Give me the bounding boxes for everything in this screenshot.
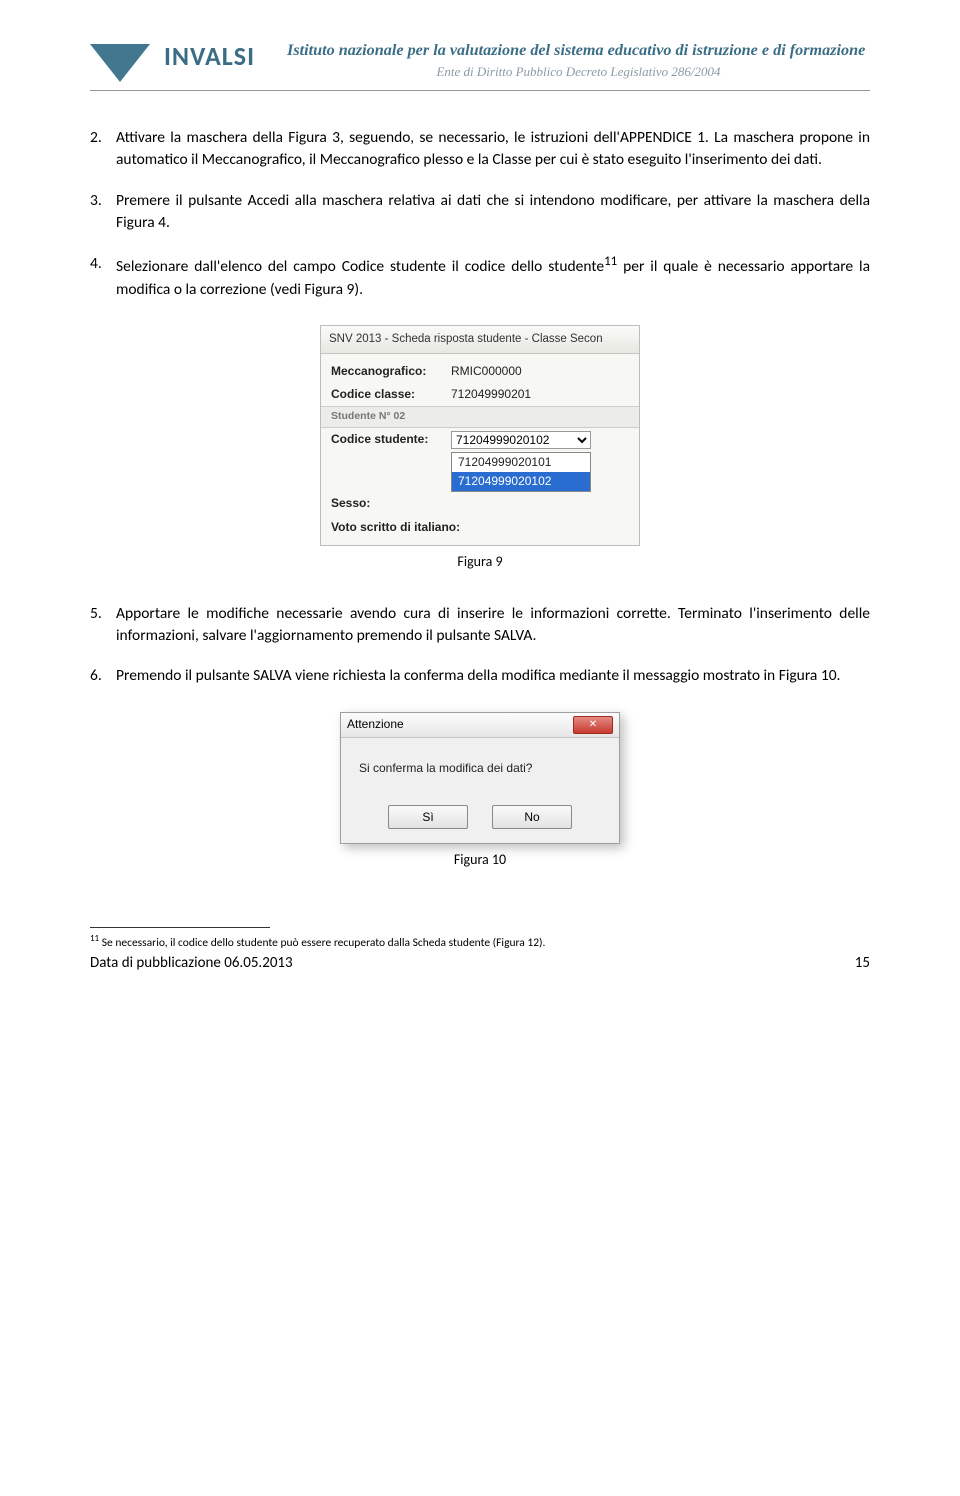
step-2: Attivare la maschera della Figura 3, seg… xyxy=(90,127,870,172)
document-header: INVALSI Istituto nazionale per la valuta… xyxy=(90,40,870,82)
fig9-dropdown-open[interactable]: 71204999020101 71204999020102 xyxy=(451,452,591,493)
footnote-11: 11 Se necessario, il codice dello studen… xyxy=(90,932,870,952)
yes-button[interactable]: Sì xyxy=(388,805,468,829)
logo-text: INVALSI xyxy=(164,40,255,72)
footnote-ref-11: 11 xyxy=(604,254,617,269)
footnote-separator xyxy=(90,927,270,928)
step-4: Selezionare dall'elenco del campo Codice… xyxy=(90,253,870,301)
fig9-option-1[interactable]: 71204999020101 xyxy=(452,453,590,472)
close-icon[interactable]: ✕ xyxy=(573,716,613,734)
no-button[interactable]: No xyxy=(492,805,572,829)
step-5: Apportare le modifiche necessarie avendo… xyxy=(90,603,870,648)
fig9-option-2[interactable]: 71204999020102 xyxy=(452,472,590,491)
figure-10-caption: Figura 10 xyxy=(90,850,870,870)
fig9-sesso-label: Sesso: xyxy=(331,495,451,512)
header-divider xyxy=(90,90,870,91)
fig9-codstud-select[interactable]: 71204999020102 xyxy=(451,431,591,449)
figure-9-caption: Figura 9 xyxy=(90,552,870,572)
fig10-title: Attenzione xyxy=(347,716,404,733)
step-3: Premere il pulsante Accedi alla maschera… xyxy=(90,190,870,235)
document-body: Attivare la maschera della Figura 3, seg… xyxy=(90,127,870,975)
figure-9-screenshot: SNV 2013 - Scheda risposta studente - Cl… xyxy=(320,325,640,546)
fig9-mecc-value: RMIC000000 xyxy=(451,363,522,380)
institution-name: Istituto nazionale per la valutazione de… xyxy=(287,42,870,60)
fig9-titlebar: SNV 2013 - Scheda risposta studente - Cl… xyxy=(321,326,639,354)
figure-10-dialog: Attenzione ✕ Si conferma la modifica dei… xyxy=(340,712,620,844)
fig9-voto-label: Voto scritto di italiano: xyxy=(331,519,481,536)
publication-date: Data di pubblicazione 06.05.2013 xyxy=(90,953,293,975)
fig9-mecc-label: Meccanografico: xyxy=(331,363,451,380)
institution-subtitle: Ente di Diritto Pubblico Decreto Legisla… xyxy=(287,64,870,80)
page-number: 15 xyxy=(855,953,870,975)
fig9-codstud-label: Codice studente: xyxy=(331,431,451,448)
fig9-student-group: Studente N° 02 xyxy=(321,406,639,427)
fig9-classe-label: Codice classe: xyxy=(331,386,451,403)
logo-triangle-icon xyxy=(90,44,150,82)
fig9-classe-value: 712049990201 xyxy=(451,386,531,403)
step-6: Premendo il pulsante SALVA viene richies… xyxy=(90,665,870,687)
fig10-message: Si conferma la modifica dei dati? xyxy=(341,738,619,799)
